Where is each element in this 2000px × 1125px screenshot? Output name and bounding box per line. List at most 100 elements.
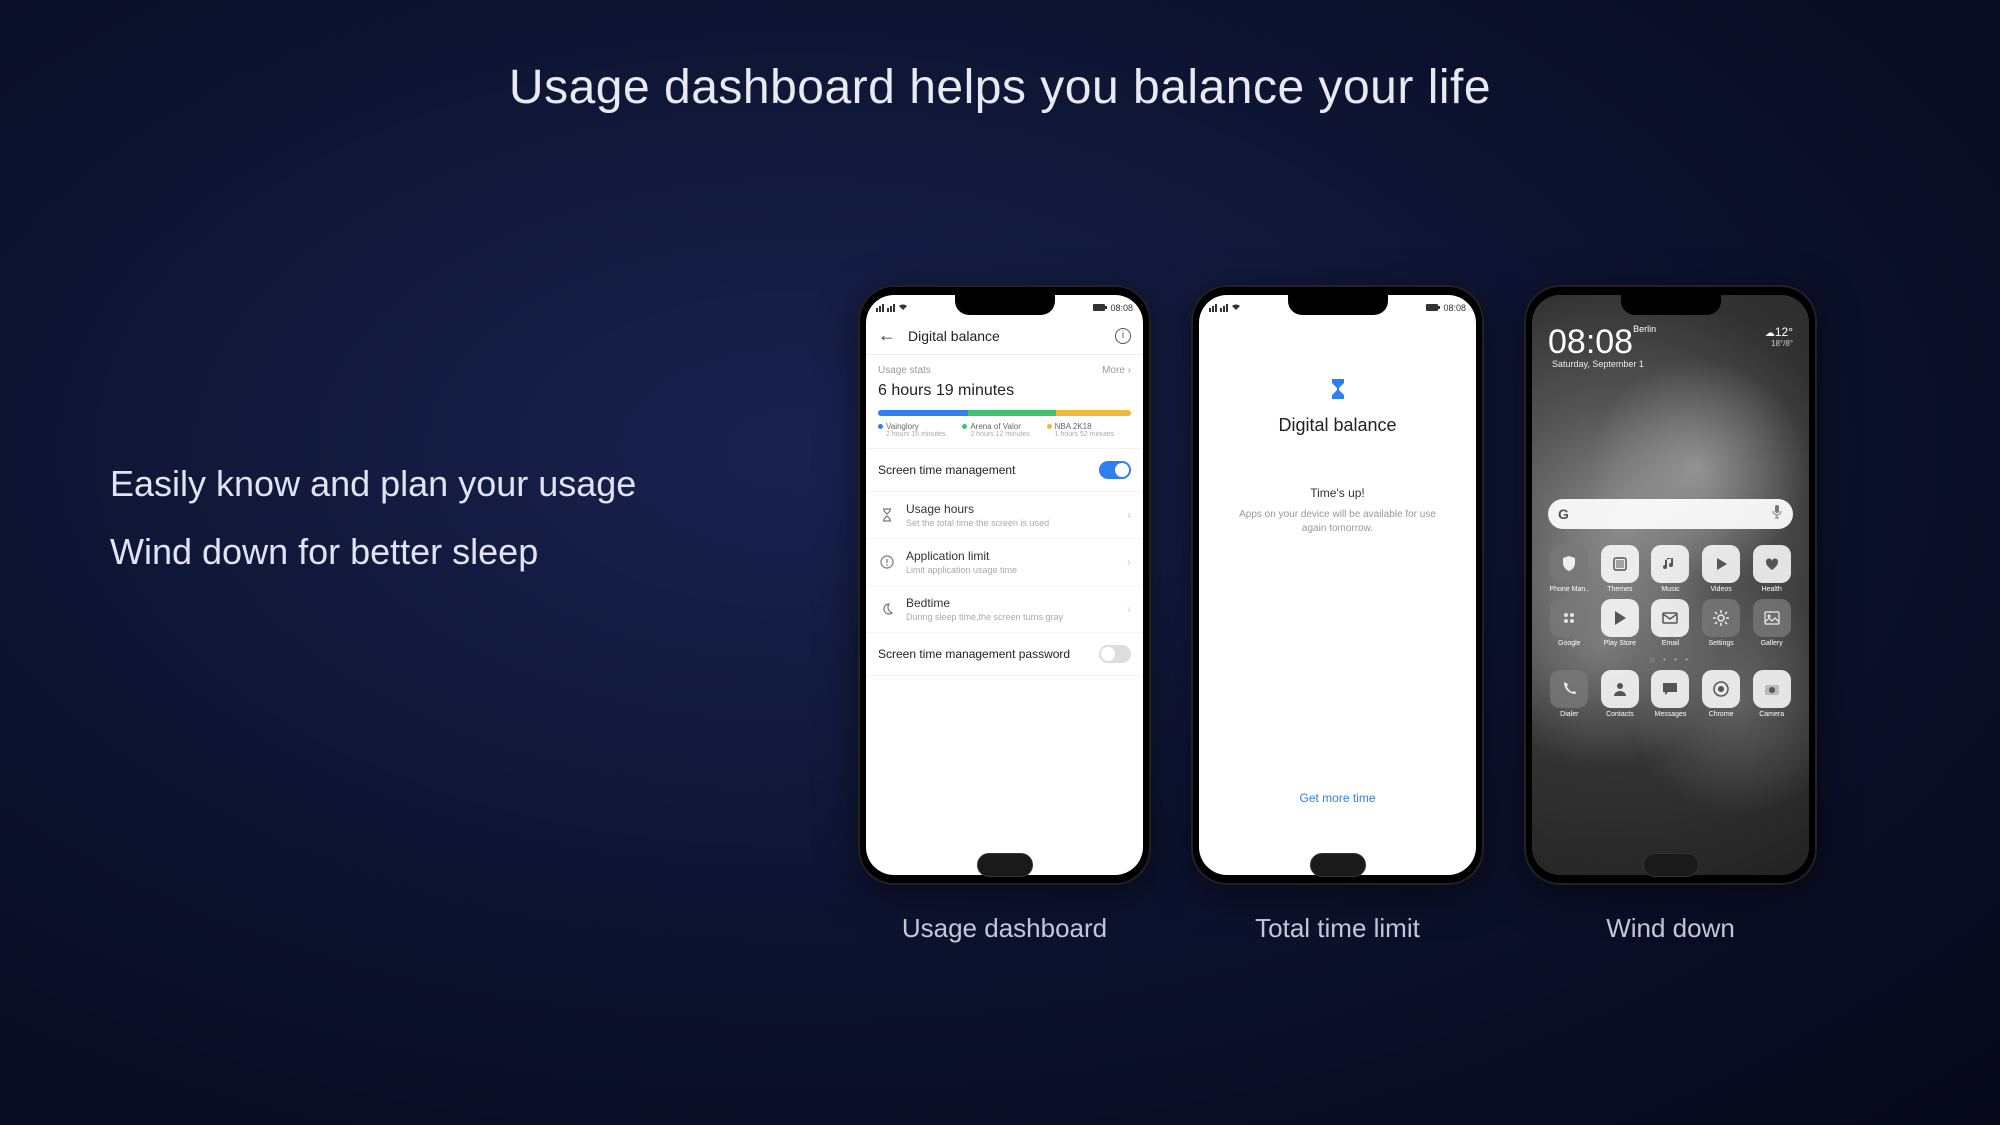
search-bar[interactable]: G (1548, 499, 1793, 529)
item-sub: During sleep time,the screen turns gray (906, 612, 1127, 622)
chevron-right-icon: › (1127, 555, 1131, 569)
dock-messages[interactable]: Messages (1647, 670, 1694, 718)
phone-screen-1: 08:08 ← Digital balance i Usage stats Mo… (866, 295, 1143, 875)
person-icon (1601, 670, 1639, 708)
signal-icon (1209, 304, 1217, 312)
total-time: 6 hours 19 minutes (878, 382, 1131, 400)
gear-icon (1702, 599, 1740, 637)
phone-screen-2: 08:08 Digital balance Time's up! Apps on… (1199, 295, 1476, 875)
home-button[interactable] (1643, 853, 1699, 877)
app-email[interactable]: Email (1647, 599, 1694, 647)
app-limit-item[interactable]: Application limit Limit application usag… (866, 539, 1143, 586)
app-health[interactable]: Health (1748, 545, 1795, 593)
bar-seg-vainglory (878, 410, 968, 416)
phones-row: 08:08 ← Digital balance i Usage stats Mo… (858, 285, 1817, 944)
home-button[interactable] (977, 853, 1033, 877)
more-link[interactable]: More › (1102, 365, 1131, 376)
app-videos[interactable]: Videos (1698, 545, 1745, 593)
dock-dialer[interactable]: Dialer (1546, 670, 1593, 718)
folder-icon (1550, 599, 1588, 637)
wifi-icon (1231, 303, 1241, 313)
chrome-icon (1702, 670, 1740, 708)
phone-frame-2: 08:08 Digital balance Time's up! Apps on… (1191, 285, 1484, 885)
tl-title: Digital balance (1278, 415, 1396, 436)
info-icon[interactable]: i (1115, 328, 1131, 344)
bedtime-item[interactable]: Bedtime During sleep time,the screen tur… (866, 586, 1143, 633)
shield-icon (1550, 545, 1588, 583)
camera-icon (1753, 670, 1791, 708)
get-more-time-link[interactable]: Get more time (1199, 791, 1476, 805)
signal-icon (876, 304, 884, 312)
item-title: Application limit (906, 549, 1127, 563)
stm-label: Screen time management (878, 463, 1015, 477)
signal-icon-2 (887, 304, 895, 312)
wd-content: 08:08Berlin Saturday, September 1 ☁12° 1… (1532, 317, 1809, 718)
bar-seg-aov (968, 410, 1056, 416)
stm-toggle[interactable] (1099, 461, 1131, 479)
app-music[interactable]: Music (1647, 545, 1694, 593)
app-settings[interactable]: Settings (1698, 599, 1745, 647)
dock-camera[interactable]: Camera (1748, 670, 1795, 718)
app-themes[interactable]: Themes (1597, 545, 1644, 593)
usage-bar-chart (878, 410, 1131, 416)
app-phone-manager[interactable]: Phone Man.. (1546, 545, 1593, 593)
statusbar-time: 08:08 (1443, 303, 1466, 313)
phone-icon (1550, 670, 1588, 708)
caption-3: Wind down (1606, 913, 1735, 944)
usage-stats-section[interactable]: Usage stats More › 6 hours 19 minutes Va… (866, 355, 1143, 449)
statusbar-time: 08:08 (1110, 303, 1133, 313)
music-icon (1651, 545, 1689, 583)
play-store-icon (1601, 599, 1639, 637)
phone-notch (1288, 295, 1388, 315)
phone-frame-3: 08:08 08:08Berlin Saturday, September 1 … (1524, 285, 1817, 885)
taglines: Easily know and plan your usage Wind dow… (110, 450, 636, 587)
date: Saturday, September 1 (1552, 359, 1656, 369)
chevron-right-icon: › (1127, 508, 1131, 522)
battery-icon (1093, 303, 1107, 313)
password-toggle-row: Screen time management password (866, 633, 1143, 676)
password-toggle[interactable] (1099, 645, 1131, 663)
tagline-2: Wind down for better sleep (110, 518, 636, 586)
caption-1: Usage dashboard (902, 913, 1107, 944)
temp-range: 18°/8° (1765, 339, 1793, 348)
phone-notch (1621, 295, 1721, 315)
message-icon (1651, 670, 1689, 708)
dock-chrome[interactable]: Chrome (1698, 670, 1745, 718)
weather-widget[interactable]: ☁12° 18°/8° (1765, 325, 1793, 348)
caption-2: Total time limit (1255, 913, 1420, 944)
hourglass-icon (1326, 377, 1350, 401)
gallery-icon (1753, 599, 1791, 637)
tl-desc: Apps on your device will be available fo… (1238, 508, 1438, 536)
google-g-icon: G (1558, 506, 1569, 522)
alert-circle-icon (878, 553, 896, 571)
tl-content: Digital balance Time's up! Apps on your … (1199, 317, 1476, 875)
moon-icon (878, 600, 896, 618)
clock: 08:08Berlin (1548, 323, 1656, 361)
phone-wind-down-col: 08:08 08:08Berlin Saturday, September 1 … (1524, 285, 1817, 944)
app-google[interactable]: Google (1546, 599, 1593, 647)
app-play-store[interactable]: Play Store (1597, 599, 1644, 647)
play-icon (1702, 545, 1740, 583)
home-button[interactable] (1310, 853, 1366, 877)
timesup-label: Time's up! (1310, 486, 1365, 500)
battery-icon (1426, 303, 1440, 313)
legend: Vainglory 2 hours 15 minutes Arena of Va… (878, 422, 1131, 438)
stm-toggle-row: Screen time management (866, 449, 1143, 492)
dock: Dialer Contacts Messages Chrome Camera (1542, 664, 1799, 718)
tagline-1: Easily know and plan your usage (110, 450, 636, 518)
usage-hours-item[interactable]: Usage hours Set the total time the scree… (866, 492, 1143, 539)
signal-icon-2 (1220, 304, 1228, 312)
slide-title: Usage dashboard helps you balance your l… (0, 60, 2000, 115)
email-icon (1651, 599, 1689, 637)
back-icon[interactable]: ← (878, 325, 896, 346)
hourglass-icon (878, 506, 896, 524)
cloud-icon: ☁ (1765, 328, 1775, 339)
phone-usage-dashboard-col: 08:08 ← Digital balance i Usage stats Mo… (858, 285, 1151, 944)
page-dots: ⌂ • • • (1542, 655, 1799, 664)
mic-icon[interactable] (1771, 504, 1783, 525)
stats-label: Usage stats (878, 365, 931, 376)
dock-contacts[interactable]: Contacts (1597, 670, 1644, 718)
password-label: Screen time management password (878, 647, 1070, 661)
app-gallery[interactable]: Gallery (1748, 599, 1795, 647)
legend-item: Vainglory 2 hours 15 minutes (878, 422, 962, 438)
